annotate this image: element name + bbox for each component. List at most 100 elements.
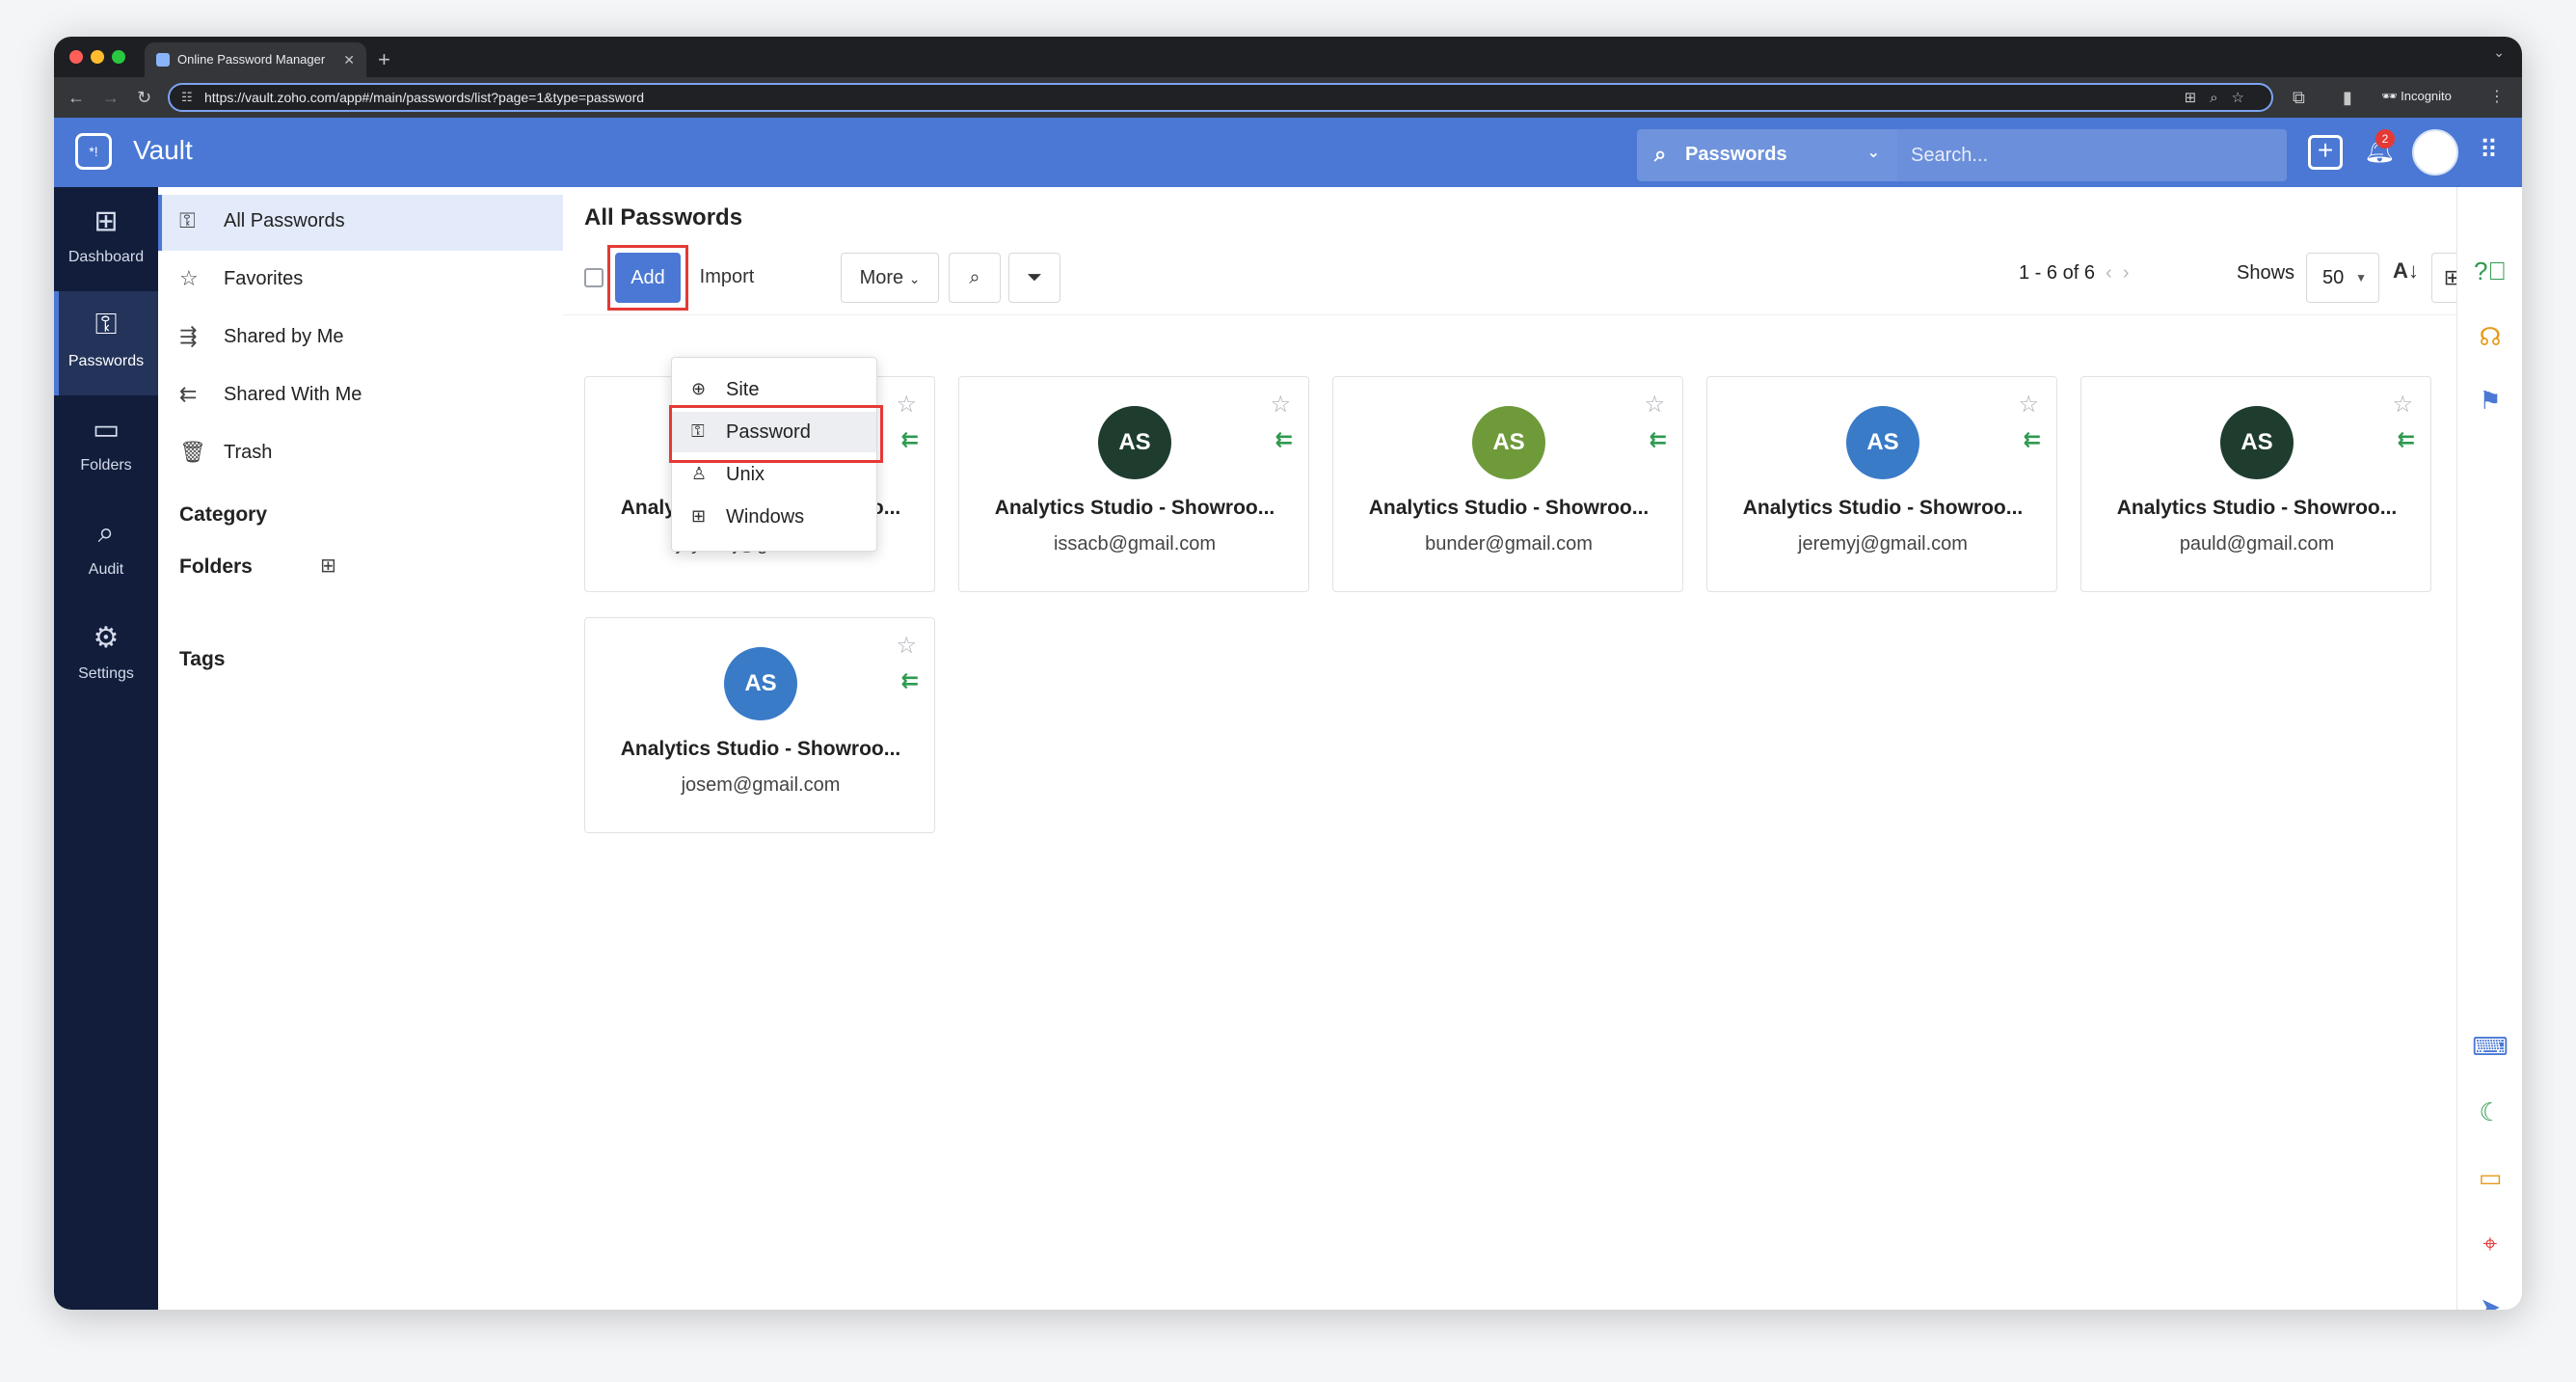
location-icon[interactable]: ⌖ bbox=[2457, 1229, 2522, 1260]
new-tab-icon[interactable]: + bbox=[378, 42, 390, 77]
share-icon[interactable]: ⇇ bbox=[901, 427, 919, 452]
search-scope-select[interactable]: ⌕ Passwords ⌄ bbox=[1637, 129, 1897, 181]
close-window-button[interactable] bbox=[69, 50, 83, 64]
folders-heading[interactable]: Folders bbox=[179, 556, 253, 579]
search-icon: ⌕ bbox=[969, 267, 980, 288]
help-icon[interactable]: ?⃝ bbox=[2457, 257, 2522, 286]
moon-icon[interactable]: ☾ bbox=[2457, 1097, 2522, 1127]
page-title: All Passwords bbox=[584, 204, 743, 230]
headset-icon[interactable]: ☊ bbox=[2457, 322, 2522, 352]
more-button[interactable]: More ⌄ bbox=[841, 253, 939, 303]
import-button[interactable]: Import bbox=[688, 253, 765, 303]
page-size-select[interactable]: 50 ▼ bbox=[2306, 253, 2379, 303]
share-icon[interactable]: ⇇ bbox=[901, 668, 919, 693]
password-card[interactable]: AS ☆ ⇇ Analytics Studio - Showroo... pau… bbox=[2080, 376, 2431, 592]
reload-icon[interactable]: ↻ bbox=[137, 77, 151, 118]
keyboard-icon[interactable]: ⌨ bbox=[2457, 1032, 2522, 1062]
share-icon[interactable]: ⇇ bbox=[1275, 427, 1293, 452]
tags-heading[interactable]: Tags bbox=[179, 648, 225, 671]
share-icon[interactable]: ⇇ bbox=[1650, 427, 1667, 452]
share-icon[interactable]: ⇇ bbox=[2024, 427, 2041, 452]
sort-az-icon[interactable]: A↓ bbox=[2393, 258, 2419, 284]
pagination: 1 - 6 of 6 ‹ › bbox=[2019, 262, 2130, 285]
sidebar-item-shared-by-me[interactable]: ⇶ Shared by Me bbox=[158, 311, 563, 366]
sidebar-item-shared-with-me[interactable]: ⇇ Shared With Me bbox=[158, 368, 563, 424]
sidebar-item-all-passwords[interactable]: ⚿ All Passwords bbox=[158, 195, 563, 251]
filter-icon: ⏷ bbox=[1027, 267, 1042, 288]
select-all-checkbox[interactable] bbox=[584, 268, 604, 287]
tab-search-icon[interactable]: ⌄ bbox=[2493, 44, 2505, 61]
star-icon[interactable]: ☆ bbox=[1270, 391, 1291, 419]
sidebar-item-label: Favorites bbox=[224, 268, 304, 289]
tab-strip: Online Password Manager ✕ + ⌄ bbox=[54, 37, 2522, 77]
tab-title: Online Password Manager bbox=[177, 52, 326, 67]
menu-item-windows[interactable]: ⊞ Windows bbox=[672, 497, 876, 537]
filter-button[interactable]: ⏷ bbox=[1008, 253, 1060, 303]
avatar-initials: AS bbox=[1098, 406, 1171, 479]
chevron-down-icon: ⌄ bbox=[1866, 145, 1880, 161]
add-folder-icon[interactable]: ⊞ bbox=[320, 554, 336, 578]
announce-icon[interactable]: ⚑ bbox=[2457, 386, 2522, 416]
avatar-initials: AS bbox=[1472, 406, 1545, 479]
password-card[interactable]: AS ☆ ⇇ Analytics Studio - Showroo... iss… bbox=[958, 376, 1309, 592]
rail-item-audit[interactable]: ⌕ Audit bbox=[54, 500, 158, 604]
sidebar-item-label: Trash bbox=[224, 442, 273, 463]
menu-item-label: Site bbox=[726, 379, 760, 400]
search-icon: ⌕ bbox=[1654, 142, 1667, 166]
site-info-icon[interactable]: ☷ bbox=[181, 90, 193, 105]
vault-logo-icon[interactable]: *! bbox=[75, 133, 112, 170]
menu-item-site[interactable]: ⊕ Site bbox=[672, 369, 876, 410]
rail-item-passwords[interactable]: ⚿ Passwords bbox=[54, 291, 158, 395]
folder-icon: ▭ bbox=[92, 414, 121, 446]
rail-item-folders[interactable]: ▭ Folders bbox=[54, 395, 158, 500]
toolbar-divider bbox=[563, 314, 2456, 315]
card-name: Analytics Studio - Showroo... bbox=[1368, 497, 1650, 519]
next-page-icon[interactable]: › bbox=[2123, 262, 2130, 284]
minimize-window-button[interactable] bbox=[91, 50, 104, 64]
sidepanel-icon[interactable]: ▮ bbox=[2343, 77, 2352, 118]
search-button[interactable]: ⌕ bbox=[949, 253, 1001, 303]
all-passwords-icon: ⚿ bbox=[179, 208, 196, 232]
add-new-icon[interactable]: + bbox=[2308, 135, 2343, 170]
search-input[interactable] bbox=[1897, 129, 2287, 181]
card-email: josem@gmail.com bbox=[681, 774, 841, 796]
main-content: All Passwords Add Import More ⌄ ⌕ ⏷ 1 - … bbox=[563, 187, 2474, 1310]
star-icon[interactable]: ☆ bbox=[1644, 391, 1665, 419]
share-icon[interactable]: ⇇ bbox=[2398, 427, 2415, 452]
rail-item-dashboard[interactable]: ⊞ Dashboard bbox=[54, 187, 158, 291]
sidebar-item-label: Shared With Me bbox=[224, 384, 362, 405]
trash-icon: 🗑︎ bbox=[179, 440, 206, 464]
password-card[interactable]: AS ☆ ⇇ Analytics Studio - Showroo... jos… bbox=[584, 617, 935, 833]
star-icon[interactable]: ☆ bbox=[2018, 391, 2039, 419]
category-heading[interactable]: Category bbox=[179, 503, 267, 527]
browser-menu-icon[interactable]: ⋮ bbox=[2489, 87, 2505, 106]
sidebar-item-label: All Passwords bbox=[224, 210, 345, 231]
incognito-badge[interactable]: 🕶 Incognito bbox=[2381, 89, 2452, 104]
star-icon[interactable]: ☆ bbox=[896, 632, 917, 660]
forward-icon[interactable]: → bbox=[102, 77, 120, 118]
back-icon[interactable]: ← bbox=[67, 77, 85, 118]
extensions-icon[interactable]: ⧉ bbox=[2293, 77, 2305, 118]
password-card[interactable]: AS ☆ ⇇ Analytics Studio - Showroo... bun… bbox=[1332, 376, 1683, 592]
url-field[interactable]: ☷ https://vault.zoho.com/app#/main/passw… bbox=[168, 83, 2273, 112]
sidebar-item-label: Shared by Me bbox=[224, 326, 344, 347]
prev-page-icon[interactable]: ‹ bbox=[2101, 262, 2123, 284]
apps-grid-icon[interactable]: ⠿ bbox=[2480, 135, 2498, 165]
sidebar-item-favorites[interactable]: ☆ Favorites bbox=[158, 253, 563, 309]
close-tab-icon[interactable]: ✕ bbox=[343, 42, 355, 77]
url-actions[interactable]: ⊞⌕☆ bbox=[2185, 89, 2258, 106]
search-scope-label: Passwords bbox=[1685, 144, 1787, 165]
gear-icon: ⚙ bbox=[93, 622, 120, 654]
nav-rail: ⊞ Dashboard ⚿ Passwords ▭ Folders ⌕ Audi… bbox=[54, 187, 158, 1310]
browser-tab[interactable]: Online Password Manager ✕ bbox=[145, 42, 366, 77]
star-icon[interactable]: ☆ bbox=[896, 391, 917, 419]
address-bar-row: ← → ↻ ☷ https://vault.zoho.com/app#/main… bbox=[54, 77, 2522, 118]
password-card[interactable]: AS ☆ ⇇ Analytics Studio - Showroo... jer… bbox=[1706, 376, 2057, 592]
star-icon[interactable]: ☆ bbox=[2392, 391, 2413, 419]
sidebar-item-trash[interactable]: 🗑︎ Trash bbox=[158, 426, 563, 482]
chat-icon[interactable]: ▭ bbox=[2457, 1163, 2522, 1193]
avatar[interactable] bbox=[2412, 129, 2458, 176]
send-icon[interactable]: ➤ bbox=[2457, 1292, 2522, 1310]
maximize-window-button[interactable] bbox=[112, 50, 125, 64]
rail-item-settings[interactable]: ⚙ Settings bbox=[54, 604, 158, 708]
